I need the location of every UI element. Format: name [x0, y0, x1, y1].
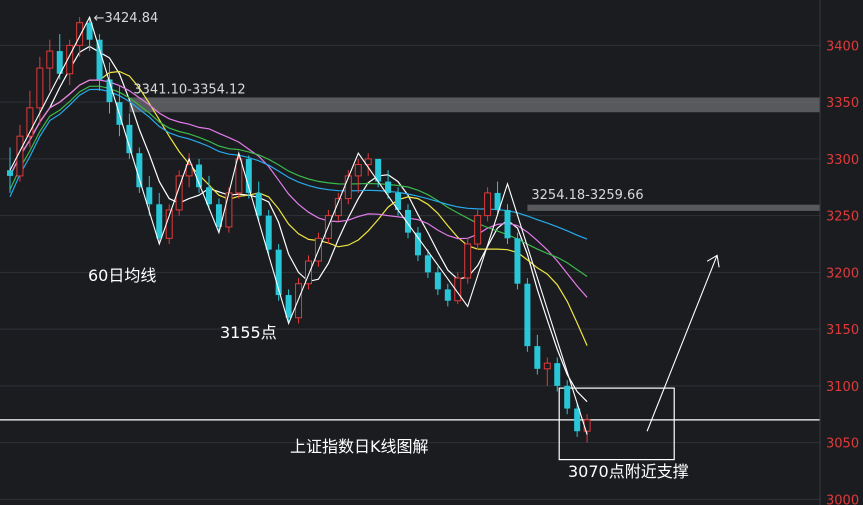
candle-body-7 [76, 22, 84, 46]
candle-body-23 [235, 158, 243, 194]
candle-body-34 [344, 175, 352, 200]
y-tick-3400: 3400 [826, 39, 859, 54]
label-low-3155: 3155点 [220, 323, 277, 342]
label-support: 3070点附近支撑 [568, 462, 689, 481]
candle-body-51 [514, 238, 521, 284]
candle-body-15 [156, 204, 163, 239]
ma20-line [9, 79, 588, 298]
candle-body-4 [46, 50, 54, 69]
candle-body-13 [136, 153, 143, 188]
candle-body-41 [414, 232, 421, 256]
y-tick-3000: 3000 [826, 493, 859, 505]
annotation-high: ←3424.84 [94, 11, 159, 26]
projection-arrow-line [646, 255, 718, 432]
candle-body-50 [504, 209, 511, 239]
candle-body-43 [434, 272, 441, 290]
resistance-zone-1 [527, 204, 820, 211]
annotation-zone-lower: 3254.18-3259.66 [531, 188, 643, 203]
candle-body-52 [524, 283, 531, 347]
candle-body-14 [146, 187, 153, 205]
candle-body-56 [564, 385, 571, 409]
candle-body-22 [225, 192, 233, 228]
kline-chart: 3000 3050 3100 3150 3200 3250 3300 3350 3400 ←34… [0, 0, 863, 505]
y-tick-3250: 3250 [826, 210, 859, 225]
ma40-line [9, 85, 588, 277]
y-tick-3050: 3050 [826, 437, 859, 452]
candle-body-44 [444, 289, 451, 301]
candle-body-26 [265, 215, 272, 250]
chart-title: 上证指数日K线图解 [290, 437, 429, 456]
annotations: ←3424.84 3341.10-3354.12 3254.18-3259.66… [88, 11, 689, 481]
candle-body-35 [354, 164, 362, 177]
wave-lines [9, 15, 720, 435]
y-tick-3100: 3100 [826, 380, 859, 395]
kline-svg: 3000 3050 3100 3150 3200 3250 3300 3350 3400 ←34… [0, 0, 859, 505]
candle-body-46 [464, 243, 472, 279]
candle-body-42 [424, 255, 431, 273]
candle-body-54 [543, 362, 551, 370]
candle-body-53 [534, 346, 541, 369]
y-tick-3150: 3150 [826, 323, 859, 338]
candle-body-29 [295, 283, 303, 319]
resistance-zone-0 [129, 97, 820, 113]
label-ma60: 60日均线 [88, 266, 156, 285]
candle-body-25 [255, 192, 262, 216]
candle-body-57 [574, 408, 581, 432]
candle-body-55 [554, 363, 561, 386]
annotation-zone-upper: 3341.10-3354.12 [133, 83, 245, 98]
candle-body-47 [474, 215, 482, 245]
candle-body-38 [385, 181, 392, 193]
y-tick-3300: 3300 [826, 153, 859, 168]
candle-body-9 [96, 39, 103, 80]
y-tick-3200: 3200 [826, 266, 859, 281]
candle-body-48 [484, 192, 492, 217]
y-axis: 3000 3050 3100 3150 3200 3250 3300 3350 3400 [819, 0, 859, 505]
candles [7, 17, 591, 443]
candle-body-0 [7, 170, 13, 176]
candle-body-3 [36, 67, 44, 109]
y-tick-3350: 3350 [826, 96, 859, 111]
